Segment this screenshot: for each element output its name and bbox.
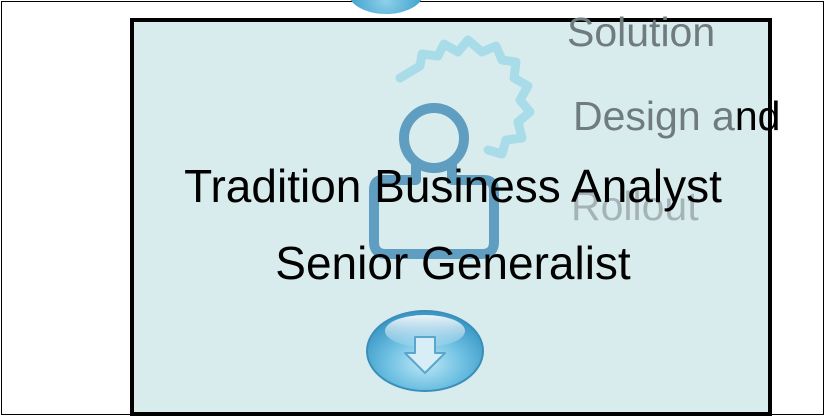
role-title: Tradition Business Analyst (184, 160, 722, 212)
background-label-solution: Solution (567, 9, 716, 55)
role-subtitle: Senior Generalist (275, 237, 631, 289)
background-label-design: Design and (573, 96, 780, 137)
arrow-down-button[interactable] (365, 307, 485, 393)
design-label-head: Design a (573, 93, 735, 139)
design-label-tail: nd (734, 93, 781, 139)
diagram-canvas: Solution Design and Rollout Tradition Bu… (0, 0, 827, 418)
